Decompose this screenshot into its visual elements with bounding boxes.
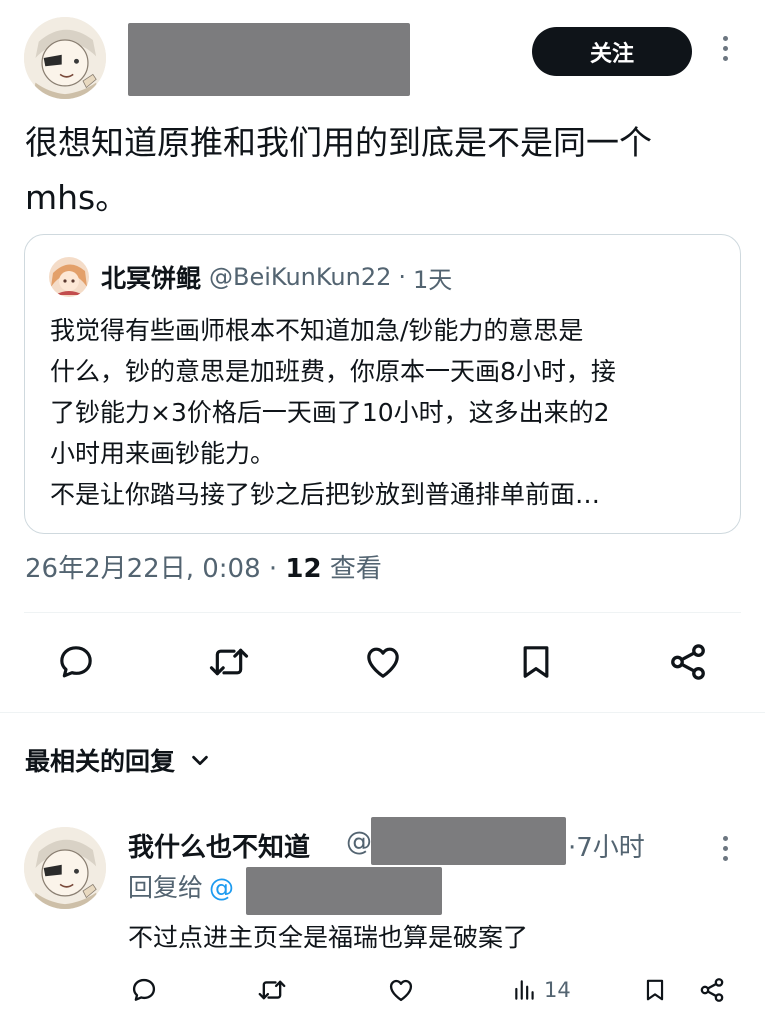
quoted-author-handle[interactable]: @BeiKunKun22: [209, 263, 391, 291]
quoted-text-line: 小时用来画钞能力。: [50, 439, 276, 468]
view-count: 12: [285, 554, 322, 584]
reply-view-count: 14: [544, 978, 571, 1002]
chevron-down-icon: [192, 755, 208, 766]
reply-author-handle[interactable]: @: [346, 827, 372, 857]
separator-dot: ·: [398, 263, 407, 291]
quoted-post-header: 北冥饼鲲 @BeiKunKun22 · 1天: [49, 257, 452, 297]
quoted-post[interactable]: 北冥饼鲲 @BeiKunKun22 · 1天 我觉得有些画师根本不知道加急/钞能…: [24, 234, 741, 534]
quoted-text-line: 我觉得有些画师根本不知道加急/钞能力的意思是: [50, 316, 584, 345]
avatar-image: [49, 257, 89, 297]
quoted-text-line: 了钞能力×3价格后一天画了10小时，这多出来的2: [50, 398, 610, 427]
more-icon[interactable]: [721, 36, 729, 61]
replying-to-label: 回复给: [128, 873, 204, 902]
reply-icon[interactable]: [130, 972, 158, 1008]
follow-button-label: 关注: [589, 41, 634, 67]
quoted-text-line: 不是让你踏马接了钞之后把钞放到普通排单前面…: [50, 480, 601, 509]
redacted-author-name: [128, 23, 410, 96]
section-divider: [0, 712, 765, 713]
views-icon: [515, 980, 534, 1000]
author-avatar[interactable]: [24, 17, 106, 99]
share-icon[interactable]: [664, 638, 712, 686]
quoted-author-name[interactable]: 北冥饼鲲: [101, 259, 201, 295]
divider: [24, 612, 741, 613]
redacted-replying-to-handle: [246, 867, 442, 915]
replying-to: 回复给 @: [128, 868, 234, 904]
post-meta: 26年2月22日, 0:08 · 12 查看: [25, 548, 382, 585]
avatar-image: [24, 17, 106, 99]
retweet-icon[interactable]: [256, 972, 288, 1008]
bookmark-icon[interactable]: [642, 972, 668, 1008]
avatar-image: [24, 827, 106, 909]
like-icon[interactable]: [387, 972, 415, 1008]
view-count-label: 查看: [321, 554, 382, 584]
reply-author-avatar[interactable]: [24, 827, 106, 909]
share-icon[interactable]: [698, 972, 726, 1008]
quoted-author-avatar[interactable]: [49, 257, 89, 297]
retweet-icon[interactable]: [205, 638, 253, 686]
bookmark-icon[interactable]: [512, 638, 560, 686]
quoted-text-line: 什么，钞的意思是加班费，你原本一天画8小时，接: [50, 357, 616, 386]
quoted-post-text: 我觉得有些画师根本不知道加急/钞能力的意思是 什么，钞的意思是加班费，你原本一天…: [50, 310, 720, 515]
more-icon[interactable]: [721, 836, 729, 861]
replies-sort-label: 最相关的回复: [25, 747, 176, 776]
post-text: 很想知道原推和我们用的到底是不是同一个mhs。: [25, 123, 652, 217]
reply-time: ·7小时: [568, 833, 645, 863]
replies-sort-button[interactable]: 最相关的回复: [25, 742, 211, 778]
like-icon[interactable]: [359, 638, 407, 686]
views-button[interactable]: 14: [512, 972, 571, 1008]
post-date: 26年2月22日, 0:08 ·: [25, 554, 286, 584]
reply-author-name[interactable]: 我什么也不知道: [128, 827, 310, 864]
quoted-post-time: 1天: [413, 265, 453, 294]
reply-text: 不过点进主页全是福瑞也算是破案了: [128, 923, 529, 952]
follow-button[interactable]: 关注: [532, 27, 692, 76]
redacted-reply-handle: [371, 817, 566, 865]
replying-to-handle[interactable]: @: [209, 873, 234, 902]
reply-icon[interactable]: [52, 638, 100, 686]
